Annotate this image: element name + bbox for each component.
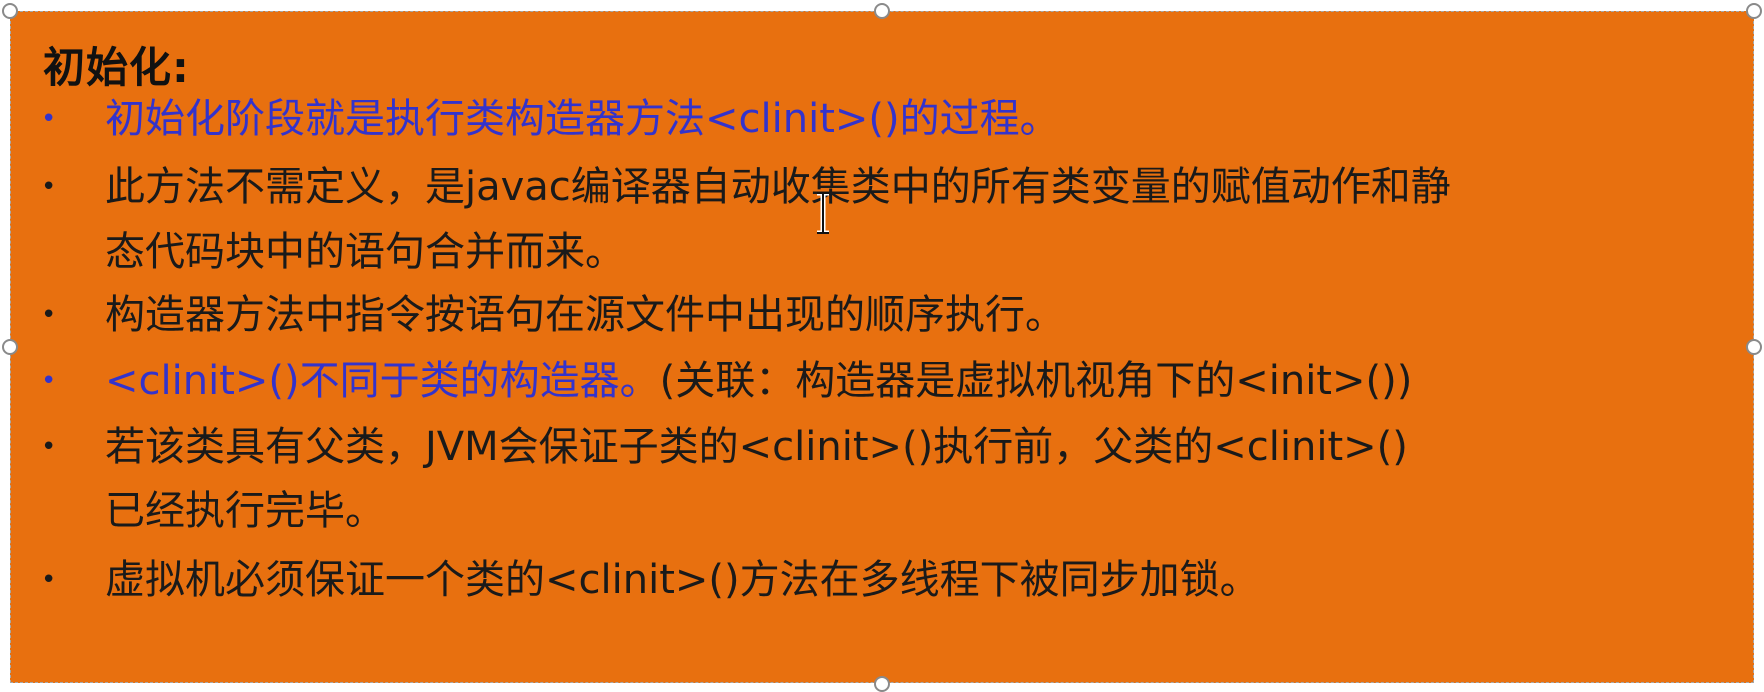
bullet-marker: •: [41, 366, 57, 396]
bullet-marker: •: [41, 172, 57, 202]
bullet-text: 虚拟机必须保证一个类的<clinit>()方法在多线程下被同步加锁。: [105, 557, 1260, 603]
bullet-marker: •: [41, 565, 57, 595]
resize-handle-top-left[interactable]: [2, 3, 18, 19]
bullet-text: 已经执行完毕。: [105, 488, 385, 534]
bullet-text: 构造器方法中指令按语句在源文件中出现的顺序执行。: [105, 292, 1065, 338]
bullet-marker: •: [41, 432, 57, 462]
bullet-text: 初始化阶段就是执行类构造器方法<clinit>()的过程。: [105, 96, 1060, 142]
bullet-text: 此方法不需定义，是javac编译器自动收集类中的所有类变量的赋值动作和静: [105, 164, 1451, 210]
resize-handle-top-right[interactable]: [1746, 3, 1762, 19]
bullet-text: 若该类具有父类，JVM会保证子类的<clinit>()执行前，父类的<clini…: [105, 424, 1408, 470]
text-box[interactable]: 初始化: • 初始化阶段就是执行类构造器方法<clinit>()的过程。 • 此…: [10, 11, 1754, 683]
bullet-marker: •: [41, 300, 57, 330]
bullet-text-note: (关联：构造器是虚拟机视角下的<init>()): [659, 358, 1413, 404]
resize-handle-top-center[interactable]: [874, 3, 890, 19]
bullet-text: 态代码块中的语句合并而来。: [105, 229, 625, 275]
bullet-marker: •: [41, 104, 57, 134]
resize-handle-bottom-center[interactable]: [874, 676, 890, 692]
resize-handle-middle-right[interactable]: [1746, 339, 1762, 355]
text-cursor-icon: [817, 192, 829, 234]
bullet-text-highlight: <clinit>()不同于类的构造器。: [105, 358, 660, 404]
bullet-text: <clinit>()不同于类的构造器。(关联：构造器是虚拟机视角下的<init>…: [105, 346, 1412, 416]
resize-handle-middle-left[interactable]: [2, 339, 18, 355]
